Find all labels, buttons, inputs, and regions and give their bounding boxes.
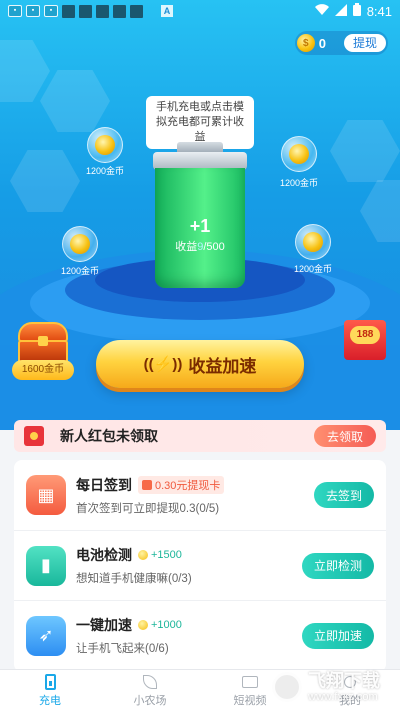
notification-icon: ▪ xyxy=(44,5,58,17)
envelope-badge: 188 xyxy=(350,326,380,344)
app-icon xyxy=(62,4,75,18)
gain-label: +1 xyxy=(189,216,211,236)
app-icon xyxy=(96,4,109,18)
task-reward-text: 0.30元提现卡 xyxy=(155,479,221,492)
nav-label: 短视频 xyxy=(233,694,267,707)
task-row: ▮ 电池检测 +1500 想知道手机健康嘛(0/3) 立即检测 xyxy=(14,530,386,600)
task-reward: +1500 xyxy=(138,549,182,561)
coin-bubble-label: 1200金币 xyxy=(85,166,125,176)
coin-bubble-label: 1200金币 xyxy=(60,266,100,276)
task-info: 一键加速 +1000 让手机飞起来(0/6) xyxy=(76,615,302,656)
clock: 8:41 xyxy=(366,3,392,19)
coin-icon xyxy=(138,550,148,560)
card-icon xyxy=(142,479,152,490)
coin-bubble-label: 1200金币 xyxy=(293,264,333,274)
progress-label: 收益 xyxy=(175,241,198,253)
watermark-logo-icon xyxy=(272,672,302,702)
accelerate-button[interactable]: 立即加速 xyxy=(301,622,374,649)
nav-label: 小农场 xyxy=(133,694,167,707)
task-desc: 想知道手机健康嘛(0/3) xyxy=(76,573,192,585)
coin-count: 0 xyxy=(318,35,326,51)
tv-icon xyxy=(242,674,258,690)
detect-button[interactable]: 立即检测 xyxy=(301,552,374,579)
task-list: ▦ 每日签到 0.30元提现卡 首次签到可立即提现0.3(0/5) 去签到 ▮ … xyxy=(14,460,386,672)
signal-icon xyxy=(334,3,347,19)
coin-bubble-label: 1200金币 xyxy=(279,178,319,188)
progress-total: /500 xyxy=(203,241,225,253)
coin-balance: $ 0 提现 xyxy=(294,31,388,55)
app-icon xyxy=(113,4,126,18)
app-icon xyxy=(79,4,92,18)
task-title-line: 电池检测 +1500 xyxy=(76,545,302,565)
banner-text: 新人红包未领取 xyxy=(60,428,158,444)
coin-bubble[interactable] xyxy=(62,226,98,262)
hex-decoration xyxy=(40,70,110,132)
bolt-icon: ((⚡)) xyxy=(143,356,183,373)
leaf-icon xyxy=(142,674,158,690)
watermark-title: 飞翔下载 xyxy=(308,671,380,691)
speed-up-label: 收益加速 xyxy=(188,356,257,376)
charge-battery[interactable]: +1 收益9/500 xyxy=(153,142,247,288)
task-title: 电池检测 xyxy=(76,547,132,563)
watermark: 飞翔下载 www.fxxz.com xyxy=(272,664,392,710)
status-right: 8:41 xyxy=(314,3,392,19)
status-bar: ▪ ▪ ▪ A 8:41 xyxy=(0,0,400,22)
notification-icon: ▪ xyxy=(8,5,22,17)
battery-status-icon xyxy=(352,3,361,19)
task-reward: +1000 xyxy=(138,619,182,631)
withdraw-button[interactable]: 提现 xyxy=(343,34,386,52)
nav-farm[interactable]: 小农场 xyxy=(100,670,200,711)
chest-label: 1600金币 xyxy=(12,360,74,380)
nav-charge[interactable]: 充电 xyxy=(0,670,100,711)
coin-icon xyxy=(70,234,90,254)
battery-progress: 收益9/500 xyxy=(153,238,247,254)
task-row: ▦ 每日签到 0.30元提现卡 首次签到可立即提现0.3(0/5) 去签到 xyxy=(14,460,386,530)
nav-label: 充电 xyxy=(39,694,61,707)
task-reward: 0.30元提现卡 xyxy=(138,475,225,494)
coin-icon xyxy=(95,135,115,155)
coin-bubble[interactable] xyxy=(295,224,331,260)
charge-icon xyxy=(42,673,58,690)
task-reward-text: +1000 xyxy=(151,619,182,631)
task-info: 每日签到 0.30元提现卡 首次签到可立即提现0.3(0/5) xyxy=(76,475,314,516)
task-info: 电池检测 +1500 想知道手机健康嘛(0/3) xyxy=(76,545,302,586)
battery-check-icon: ▮ xyxy=(26,545,66,586)
coin-icon: $ xyxy=(296,34,315,52)
task-desc: 首次签到可立即提现0.3(0/5) xyxy=(76,502,220,515)
task-title-line: 一键加速 +1000 xyxy=(76,615,302,635)
calendar-icon: ▦ xyxy=(26,475,66,515)
watermark-url: www.fxxz.com xyxy=(308,691,378,703)
task-reward-text: +1500 xyxy=(151,549,182,561)
speed-up-button[interactable]: ((⚡)) 收益加速 xyxy=(96,340,304,388)
rocket-icon: ➶ xyxy=(26,615,66,656)
task-row: ➶ 一键加速 +1000 让手机飞起来(0/6) 立即加速 xyxy=(14,600,386,670)
coin-icon xyxy=(303,232,323,252)
wifi-icon xyxy=(314,3,329,19)
a-icon: A xyxy=(161,5,173,17)
task-title: 每日签到 xyxy=(76,476,132,493)
task-title-line: 每日签到 0.30元提现卡 xyxy=(76,475,314,495)
claim-button[interactable]: 去领取 xyxy=(313,425,376,447)
app-icon xyxy=(130,4,143,18)
task-desc: 让手机飞起来(0/6) xyxy=(76,643,169,655)
sign-in-button[interactable]: 去签到 xyxy=(313,482,374,508)
coin-bubble[interactable] xyxy=(281,136,317,172)
notification-icon: ▪ xyxy=(26,5,40,17)
coin-icon xyxy=(289,144,309,164)
hex-decoration xyxy=(330,120,400,182)
red-packet-icon xyxy=(24,426,44,446)
new-user-banner[interactable]: 新人红包未领取 去领取 xyxy=(14,420,386,452)
task-title: 一键加速 xyxy=(76,617,132,633)
watermark-text: 飞翔下载 www.fxxz.com xyxy=(308,671,380,703)
coin-bubble[interactable] xyxy=(87,127,123,163)
hex-decoration xyxy=(360,180,400,242)
hex-decoration xyxy=(10,150,80,212)
hex-decoration xyxy=(0,40,50,102)
coin-icon xyxy=(138,620,148,630)
chest-lock xyxy=(38,336,48,346)
